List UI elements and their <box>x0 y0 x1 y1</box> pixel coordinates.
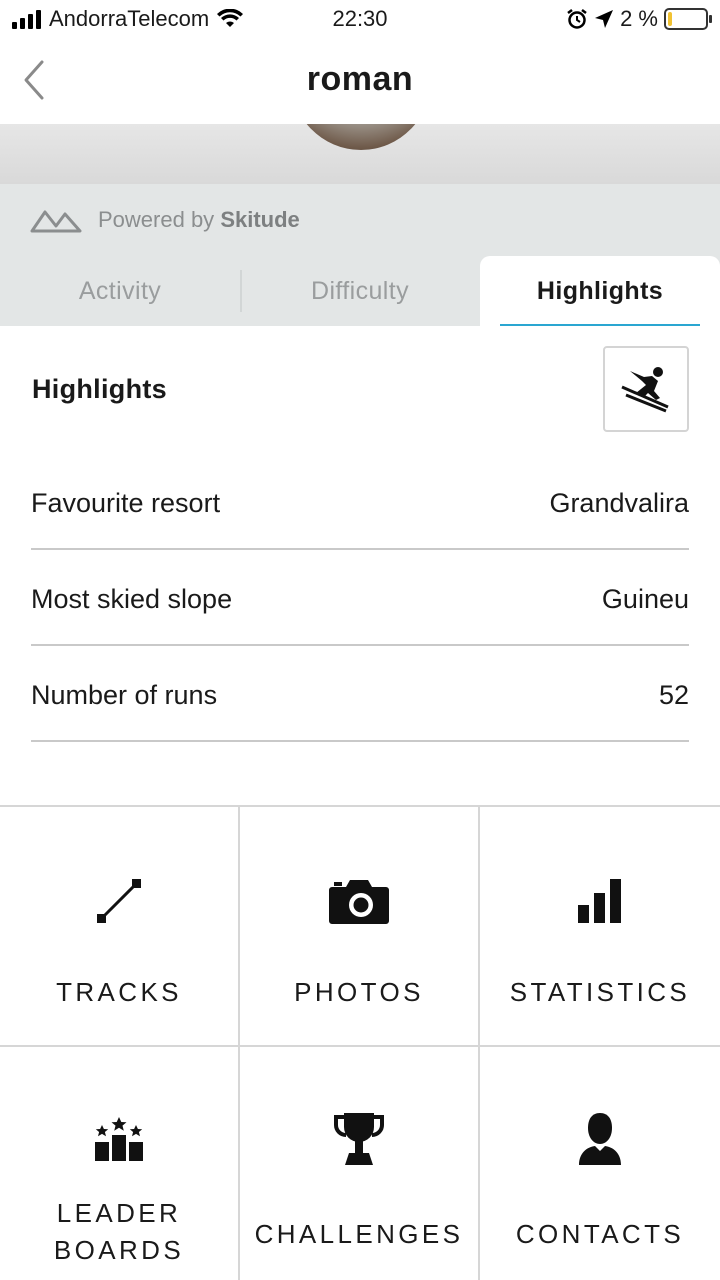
menu-label: STATISTICS <box>509 977 691 1007</box>
menu-grid: TRACKS PHOTOS STATISTICS LEADER BOARDS C… <box>0 805 720 1280</box>
trophy-icon <box>334 1113 384 1165</box>
tab-highlights[interactable]: Highlights <box>480 256 720 326</box>
person-icon <box>579 1113 621 1165</box>
menu-label-line-2: BOARDS <box>53 1235 185 1265</box>
highlights-header: Highlights <box>32 346 689 432</box>
leaderboard-icon <box>95 1117 143 1161</box>
tracks-icon <box>97 879 141 923</box>
status-right: 2 % <box>566 6 712 32</box>
powered-by-text: Powered by Skitude <box>98 207 300 232</box>
status-bar: AndorraTelecom 22:30 2 % <box>0 0 720 40</box>
menu-label: LEADER BOARDS <box>0 1195 238 1269</box>
menu-leaderboards-button[interactable]: LEADER BOARDS <box>0 1047 240 1280</box>
highlight-row-number-of-runs: Number of runs 52 <box>31 646 689 742</box>
page-title: roman <box>306 60 414 98</box>
camera-icon <box>329 880 389 924</box>
battery-percent: 2 % <box>620 6 658 31</box>
menu-label: CONTACTS <box>515 1219 685 1249</box>
battery-icon <box>664 8 712 30</box>
menu-tracks-button[interactable]: TRACKS <box>0 807 240 1047</box>
menu-statistics-button[interactable]: STATISTICS <box>480 807 720 1047</box>
skitude-logo-icon <box>30 210 82 233</box>
tab-activity[interactable]: Activity <box>0 256 240 326</box>
highlight-value: Guineu <box>601 583 689 614</box>
avatar[interactable] <box>290 124 432 150</box>
alarm-icon <box>567 9 587 29</box>
highlight-value: 52 <box>658 679 689 710</box>
bar-chart-icon <box>578 879 621 923</box>
highlight-label: Number of runs <box>31 679 218 710</box>
highlight-row-most-skied-slope: Most skied slope Guineu <box>31 550 689 646</box>
menu-label: PHOTOS <box>294 977 424 1007</box>
highlight-row-favourite-resort: Favourite resort Grandvalira <box>31 454 689 550</box>
profile-header <box>0 124 720 184</box>
menu-photos-button[interactable]: PHOTOS <box>240 807 480 1047</box>
menu-contacts-button[interactable]: CONTACTS <box>480 1047 720 1280</box>
skier-icon <box>621 367 669 413</box>
nav-bar: roman <box>0 40 720 124</box>
tab-bar: Activity Difficulty Highlights <box>0 256 720 326</box>
highlight-label: Most skied slope <box>31 583 233 614</box>
ski-mode-button[interactable] <box>603 346 689 432</box>
powered-by-bar: Powered by Skitude <box>0 184 720 256</box>
menu-label: TRACKS <box>56 977 182 1007</box>
highlights-list: Favourite resort Grandvalira Most skied … <box>31 454 689 742</box>
tab-difficulty[interactable]: Difficulty <box>240 256 480 326</box>
menu-label-line-1: LEADER <box>56 1198 182 1228</box>
highlight-label: Favourite resort <box>31 487 221 518</box>
location-arrow-icon <box>595 10 614 28</box>
menu-challenges-button[interactable]: CHALLENGES <box>240 1047 480 1280</box>
section-title: Highlights <box>32 374 167 404</box>
highlight-value: Grandvalira <box>549 487 689 518</box>
menu-label: CHALLENGES <box>254 1219 464 1249</box>
